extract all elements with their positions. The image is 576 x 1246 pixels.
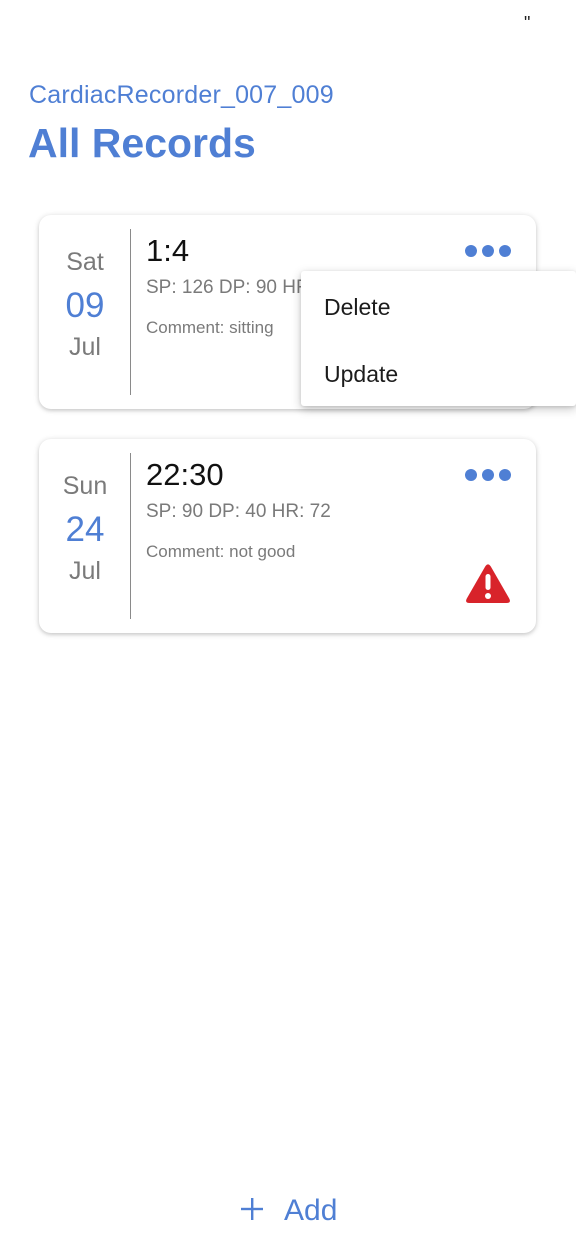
card-divider [130, 453, 131, 619]
page-title: All Records [28, 120, 256, 166]
record-card[interactable]: Sun 24 Jul 22:30 SP: 90 DP: 40 HR: 72 Co… [39, 439, 536, 633]
record-day: Sun [62, 472, 108, 500]
menu-item-delete-label: Delete [324, 294, 391, 320]
plus-icon [241, 1198, 263, 1220]
add-label: Add [284, 1194, 338, 1227]
card-divider [130, 229, 131, 395]
more-options-button[interactable] [463, 239, 513, 263]
warning-icon [465, 563, 511, 605]
options-menu: Delete Update [301, 271, 576, 406]
menu-item-delete[interactable]: Delete [301, 273, 576, 339]
status-indicator-icon: ʺ [524, 13, 531, 33]
more-options-button[interactable] [463, 463, 513, 487]
menu-item-update[interactable]: Update [301, 340, 576, 406]
app-name: CardiacRecorder_007_009 [29, 81, 334, 109]
record-comment: Comment: not good [146, 542, 296, 561]
record-date-number: 09 [65, 286, 105, 325]
record-time: 22:30 [146, 457, 224, 492]
record-month: Jul [69, 333, 101, 361]
record-month: Jul [69, 557, 101, 585]
record-time: 1:4 [146, 233, 190, 268]
record-values: SP: 90 DP: 40 HR: 72 [146, 501, 331, 522]
more-horizontal-icon [465, 469, 511, 481]
record-date: Sat 09 Jul [39, 215, 131, 409]
add-record-button[interactable]: Add [240, 1190, 350, 1234]
record-comment: Comment: sitting [146, 318, 274, 337]
record-day: Sat [66, 248, 104, 276]
record-date-number: 24 [65, 510, 105, 549]
menu-item-update-label: Update [324, 361, 399, 387]
record-date: Sun 24 Jul [39, 439, 131, 633]
more-horizontal-icon [465, 245, 511, 257]
